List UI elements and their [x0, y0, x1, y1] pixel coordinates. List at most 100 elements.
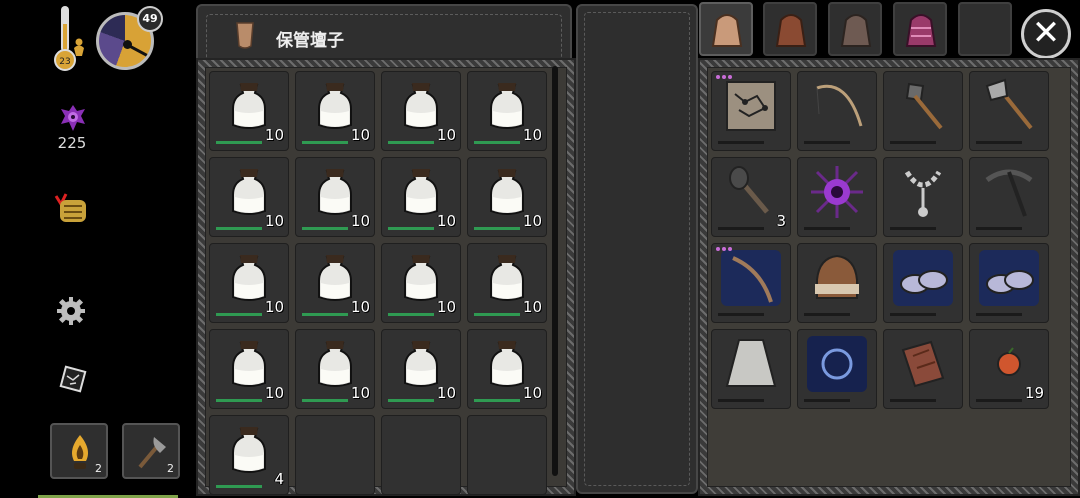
item-durability-bar — [302, 227, 348, 230]
axe-icon — [138, 437, 166, 469]
storage-slot-milk-jar[interactable]: 10 — [467, 71, 547, 151]
backpack-slot-spiked-club[interactable]: 3 — [711, 157, 791, 237]
axe-icon — [979, 78, 1039, 138]
quick-slot-count: 2 — [95, 462, 102, 475]
item-durability-bar — [976, 141, 1022, 144]
cloak-icon — [721, 336, 781, 396]
item-count: 3 — [776, 212, 786, 230]
magic-staff-icon — [721, 249, 781, 310]
slippers-icon — [893, 249, 953, 310]
storage-slot-milk-jar[interactable]: 10 — [467, 243, 547, 323]
item-durability-bar — [216, 485, 262, 488]
item-durability-bar — [804, 141, 850, 144]
backpack-grid: 3 19 — [707, 67, 1071, 487]
item-count: 10 — [436, 298, 456, 316]
item-count: 10 — [350, 298, 370, 316]
storage-slot-milk-jar[interactable]: 10 — [209, 329, 289, 409]
backpack-slot-slippers[interactable] — [969, 243, 1049, 323]
backpack-grey-icon — [840, 14, 872, 47]
item-count: 10 — [522, 212, 542, 230]
backpack-slot-shadow-orb[interactable] — [797, 157, 877, 237]
storage-slot-empty[interactable] — [467, 415, 547, 495]
item-count: 19 — [1024, 384, 1044, 402]
quick-slot-torch[interactable]: 2 — [50, 423, 108, 479]
hud-panel: 23 49 225 2 2 — [0, 0, 195, 498]
storage-slot-empty[interactable] — [381, 415, 461, 495]
temperature-value: 23 — [59, 57, 70, 67]
map-scroll-icon — [721, 78, 781, 138]
storage-title: 保管壇子 — [276, 31, 344, 51]
storage-slot-milk-jar[interactable]: 10 — [381, 243, 461, 323]
storage-scrollbar[interactable] — [552, 66, 558, 476]
backpack-slot-axe[interactable] — [969, 71, 1049, 151]
backpack-tab-3[interactable] — [828, 2, 882, 56]
backpack-tab-5[interactable] — [958, 2, 1012, 56]
item-durability-bar — [718, 399, 764, 402]
item-durability-bar — [976, 313, 1022, 316]
rarity-indicator — [716, 75, 734, 80]
item-durability-bar — [388, 141, 434, 144]
backpack-slot-magic-ring[interactable] — [797, 329, 877, 409]
storage-slot-milk-jar[interactable]: 10 — [209, 71, 289, 151]
backpack-slot-shovel[interactable] — [883, 71, 963, 151]
item-count: 10 — [264, 126, 284, 144]
item-durability-bar — [474, 399, 520, 402]
storage-slot-milk-jar[interactable]: 10 — [295, 329, 375, 409]
storage-slot-milk-jar[interactable]: 10 — [295, 157, 375, 237]
item-count: 10 — [350, 212, 370, 230]
storage-jar-icon — [236, 22, 254, 49]
backpack-slot-cloak[interactable] — [711, 329, 791, 409]
map-scroll-icon[interactable] — [58, 364, 88, 394]
storage-slot-milk-jar[interactable]: 10 — [295, 243, 375, 323]
storage-grid: 10 10 10 10 10 10 10 10 10 10 10 10 10 10 10 10 4 — [205, 67, 567, 495]
item-durability-bar — [718, 227, 764, 230]
storage-slot-milk-jar[interactable]: 10 — [209, 243, 289, 323]
backpack-brown-icon — [775, 14, 807, 47]
storage-slot-milk-jar[interactable]: 10 — [467, 329, 547, 409]
backpack-tab-1[interactable] — [699, 2, 753, 56]
transfer-panel — [576, 4, 698, 494]
backpack-tab-2[interactable] — [763, 2, 817, 56]
backpack-slot-magic-staff[interactable] — [711, 243, 791, 323]
backpack-purple-icon — [905, 14, 937, 47]
storage-slot-milk-jar[interactable]: 10 — [381, 329, 461, 409]
item-count: 10 — [522, 384, 542, 402]
backpack-slot-chain-amulet[interactable] — [883, 157, 963, 237]
backpack-slot-fishing-rod[interactable] — [797, 71, 877, 151]
storage-slot-milk-jar[interactable]: 10 — [209, 157, 289, 237]
backpack-slot-wood-logs[interactable] — [883, 329, 963, 409]
item-durability-bar — [804, 227, 850, 230]
clock-hub — [123, 40, 132, 49]
shadow-orb-icon — [807, 164, 867, 224]
item-durability-bar — [216, 399, 262, 402]
storage-slot-milk-jar[interactable]: 10 — [295, 71, 375, 151]
storage-slot-milk-jar[interactable]: 10 — [381, 71, 461, 151]
hunger-stomach-icon[interactable] — [52, 192, 88, 224]
quick-slot-axe[interactable]: 2 — [122, 423, 180, 479]
item-count: 10 — [350, 384, 370, 402]
item-durability-bar — [890, 227, 936, 230]
quick-slot-count: 2 — [167, 462, 174, 475]
backpack-tan-icon — [711, 14, 743, 47]
storage-slot-milk-jar[interactable]: 10 — [467, 157, 547, 237]
storage-slot-milk-jar[interactable]: 4 — [209, 415, 289, 495]
settings-gear-icon[interactable] — [56, 296, 86, 326]
close-button[interactable]: ✕ — [1021, 9, 1071, 59]
rarity-indicator — [716, 247, 734, 252]
backpack-slot-red-berry[interactable]: 19 — [969, 329, 1049, 409]
item-durability-bar — [976, 399, 1022, 402]
backpack-tab-4[interactable] — [893, 2, 947, 56]
pickaxe-icon — [979, 164, 1039, 224]
backpack-slot-slippers[interactable] — [883, 243, 963, 323]
backpack-slot-map-scroll[interactable] — [711, 71, 791, 151]
storage-header-border — [206, 14, 562, 60]
item-durability-bar — [216, 313, 262, 316]
fur-hat-icon — [807, 250, 867, 310]
item-durability-bar — [890, 141, 936, 144]
backpack-slot-fur-hat[interactable] — [797, 243, 877, 323]
shovel-icon — [893, 78, 953, 138]
storage-slot-milk-jar[interactable]: 10 — [381, 157, 461, 237]
storage-slot-empty[interactable] — [295, 415, 375, 495]
backpack-slot-pickaxe[interactable] — [969, 157, 1049, 237]
item-durability-bar — [216, 141, 262, 144]
